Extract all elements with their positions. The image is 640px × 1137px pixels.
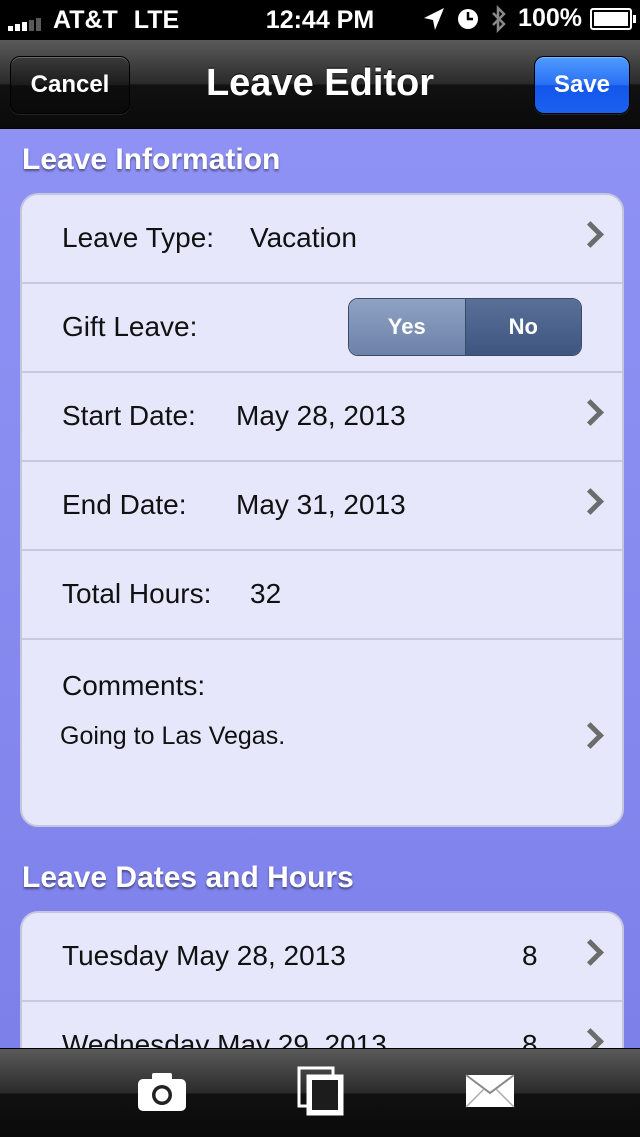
row-start-date[interactable]: Start Date: May 28, 2013 [22,373,622,462]
mail-icon[interactable] [464,1073,516,1109]
signal-icon [8,17,43,31]
chevron-right-icon [577,488,604,515]
comments-label: Comments: [62,670,206,701]
start-date-label: Start Date: [62,400,196,431]
chevron-right-icon [577,722,604,749]
save-button[interactable]: Save [534,56,630,114]
alarm-clock-icon [458,8,479,29]
row-gift-leave: Gift Leave: Yes No [22,284,622,373]
end-date-label: End Date: [62,489,187,520]
row-total-hours: Total Hours: 32 [22,551,622,640]
chevron-right-icon [577,939,604,966]
scroll-content[interactable]: Leave Information Leave Type: Vacation G… [0,129,640,1048]
battery-percent: 100% [518,4,582,32]
end-date-value: May 31, 2013 [236,489,406,520]
leave-type-value: Vacation [250,222,357,253]
comments-value: Going to Las Vegas. [60,722,286,750]
section-header-leave-dates: Leave Dates and Hours [22,861,354,894]
chevron-right-icon [577,221,604,248]
battery-icon [590,7,636,30]
status-left: AT&T LTE [8,6,179,35]
location-arrow-icon [424,7,445,30]
gift-leave-yes-segment[interactable]: Yes [349,299,466,355]
total-hours-label: Total Hours: [62,578,212,609]
total-hours-value: 32 [250,578,282,609]
copy-icon[interactable] [296,1065,346,1117]
leave-dates-group: Tuesday May 28, 2013 8 Wednesday May 29,… [20,911,624,1048]
status-right: 100% [412,4,636,33]
gift-leave-label: Gift Leave: [62,311,198,342]
row-end-date[interactable]: End Date: May 31, 2013 [22,462,622,551]
network-label: LTE [133,6,180,34]
bottom-toolbar [0,1048,640,1137]
leave-information-group: Leave Type: Vacation Gift Leave: Yes No … [20,193,624,827]
navigation-bar: Cancel Leave Editor Save [0,40,640,129]
leave-date-hours: 8 [522,1029,538,1048]
carrier-label: AT&T [53,6,118,34]
row-leave-type[interactable]: Leave Type: Vacation [22,195,622,284]
camera-icon[interactable] [136,1071,188,1113]
gift-leave-segmented-control: Yes No [348,298,582,356]
status-bar: AT&T LTE 12:44 PM 100% [0,0,640,40]
chevron-right-icon [577,1028,604,1048]
chevron-right-icon [577,399,604,426]
gift-leave-no-segment[interactable]: No [465,299,581,355]
bluetooth-icon [492,4,506,33]
leave-type-label: Leave Type: [62,222,215,253]
row-comments[interactable]: Comments: Going to Las Vegas. [22,640,622,825]
row-leave-date[interactable]: Wednesday May 29, 2013 8 [22,1002,622,1048]
leave-date-label: Wednesday May 29, 2013 [62,1029,387,1048]
section-header-leave-information: Leave Information [22,143,281,176]
row-leave-date[interactable]: Tuesday May 28, 2013 8 [22,913,622,1002]
leave-date-hours: 8 [522,940,538,971]
start-date-value: May 28, 2013 [236,400,406,431]
leave-date-label: Tuesday May 28, 2013 [62,940,346,971]
